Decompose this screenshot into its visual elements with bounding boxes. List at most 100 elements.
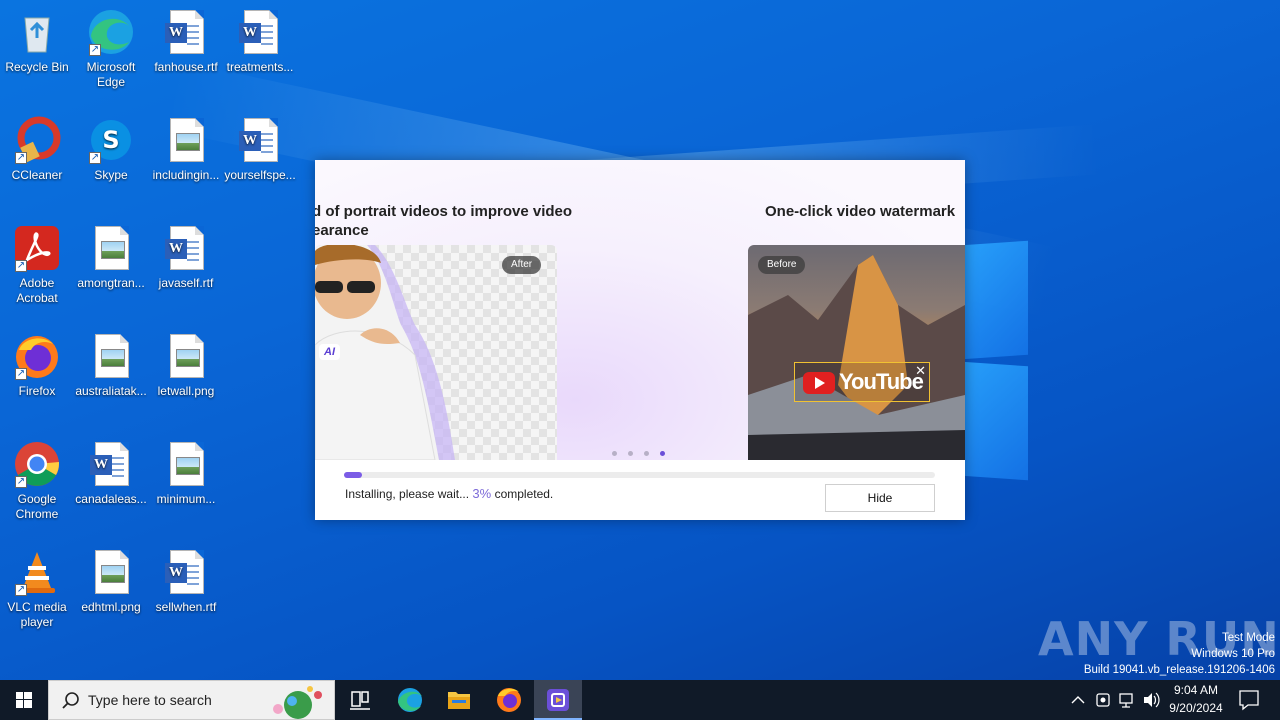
desktop-icon-amongtran[interactable]: amongtran...: [73, 224, 149, 291]
carousel-dot[interactable]: [612, 451, 617, 456]
close-icon[interactable]: ✕: [915, 364, 926, 377]
taskbar-search-box[interactable]: Type here to search: [48, 680, 335, 720]
desktop-icon-label: CCleaner: [11, 168, 63, 182]
search-icon: [62, 692, 79, 709]
desktop-icon-vlc[interactable]: ↗ VLC media player: [0, 548, 75, 630]
test-mode-text: Test Mode: [1221, 632, 1275, 644]
windows-logo-pane: [962, 361, 1028, 481]
desktop-icon-javaself[interactable]: W javaself.rtf: [148, 224, 224, 291]
start-button[interactable]: [0, 680, 48, 720]
carousel-dot[interactable]: [628, 451, 633, 456]
clock-time: 9:04 AM: [1173, 683, 1219, 697]
slide-title-watermark: One-click video watermark: [765, 203, 956, 220]
clock-date: 9/20/2024: [1169, 701, 1223, 715]
desktop-icon-firefox[interactable]: ↗ Firefox: [0, 332, 75, 399]
tray-meet-now[interactable]: [1092, 680, 1114, 720]
slide-title-portrait-line1: d of portrait videos to improve video: [315, 203, 573, 220]
desktop-icon-label: Microsoft Edge: [86, 60, 136, 89]
shortcut-arrow-icon: ↗: [15, 476, 27, 488]
chrome-icon: ↗: [13, 440, 61, 488]
desktop-icon-label: Recycle Bin: [5, 60, 69, 74]
windows-start-icon: [16, 692, 32, 708]
desktop-icon-includingin[interactable]: includingin...: [148, 116, 224, 183]
word-document-icon: W: [162, 224, 210, 272]
taskbar-clock[interactable]: 9:04 AM 9/20/2024: [1164, 680, 1228, 720]
word-document-icon: W: [162, 548, 210, 596]
slide-image-portrait: After AI: [315, 245, 557, 460]
desktop-icon-recycle-bin[interactable]: Recycle Bin: [0, 8, 75, 75]
carousel-dot-active[interactable]: [660, 451, 665, 456]
desktop-icon-label: Google Chrome: [15, 492, 59, 521]
vlc-icon: ↗: [13, 548, 61, 596]
meet-now-icon: [1096, 693, 1110, 707]
desktop-icon-label: letwall.png: [157, 384, 215, 398]
file-explorer-icon: [448, 692, 470, 709]
installer-app-icon: [547, 689, 569, 711]
install-progress-fill: [344, 472, 362, 478]
task-view-button[interactable]: [336, 680, 384, 720]
task-view-icon: [350, 691, 370, 710]
network-icon: [1119, 693, 1133, 708]
watermark-selection-box[interactable]: YouTube ✕: [794, 362, 930, 402]
desktop-icon-label: javaself.rtf: [158, 276, 214, 290]
taskbar-firefox[interactable]: [485, 680, 533, 720]
hide-button[interactable]: Hide: [825, 484, 935, 512]
svg-text:S: S: [102, 126, 119, 154]
shortcut-arrow-icon: ↗: [15, 584, 27, 596]
show-hidden-icons-button[interactable]: [1068, 680, 1088, 720]
desktop-icon-label: canadaleas...: [75, 492, 147, 506]
tray-network[interactable]: [1116, 680, 1138, 720]
carousel-dot[interactable]: [644, 451, 649, 456]
taskbar-file-explorer[interactable]: [435, 680, 483, 720]
desktop-icon-edhtml[interactable]: edhtml.png: [73, 548, 149, 615]
before-label: Before: [758, 256, 806, 274]
ccleaner-icon: ↗: [13, 116, 61, 164]
shortcut-arrow-icon: ↗: [15, 260, 27, 272]
notification-icon: [1239, 690, 1259, 711]
install-progress-bar: [344, 472, 935, 478]
shortcut-arrow-icon: ↗: [89, 44, 101, 56]
firefox-icon: ↗: [13, 332, 61, 380]
shortcut-arrow-icon: ↗: [15, 152, 27, 164]
shortcut-arrow-icon: ↗: [15, 368, 27, 380]
desktop-icon-sellwhen[interactable]: W sellwhen.rtf: [148, 548, 224, 615]
desktop-icon-label: Adobe Acrobat: [16, 276, 58, 305]
status-percent: 3%: [472, 486, 492, 501]
desktop-icon-label: yourselfspe...: [224, 168, 296, 182]
desktop-icon-label: amongtran...: [77, 276, 145, 290]
acrobat-icon: ↗: [13, 224, 61, 272]
image-file-icon: [162, 332, 210, 380]
desktop-icon-label: fanhouse.rtf: [154, 60, 218, 74]
taskbar-edge[interactable]: [386, 680, 434, 720]
portrait-person-image: [315, 245, 455, 460]
desktop-icon-label: Skype: [94, 168, 128, 182]
feature-carousel[interactable]: d of portrait videos to improve video ea…: [315, 160, 965, 460]
desktop-icon-yourselfspe[interactable]: W yourselfspe...: [222, 116, 298, 183]
tray-volume[interactable]: [1140, 680, 1162, 720]
taskbar-installer-app[interactable]: [534, 680, 582, 720]
desktop-icon-label: Firefox: [18, 384, 56, 398]
after-label: After: [502, 256, 542, 274]
desktop-icon-ccleaner[interactable]: ↗ CCleaner: [0, 116, 75, 183]
image-file-icon: [87, 548, 135, 596]
taskbar: Type here to search 9:04 AM 9/20/2024: [0, 680, 1280, 720]
desktop-icon-australiatak[interactable]: australiatak...: [73, 332, 149, 399]
desktop-icon-skype[interactable]: S ↗ Skype: [73, 116, 149, 183]
firefox-icon: [497, 688, 521, 712]
desktop-icon-google-chrome[interactable]: ↗ Google Chrome: [0, 440, 75, 522]
desktop-icon-microsoft-edge[interactable]: ↗ Microsoft Edge: [73, 8, 149, 90]
mountain-image: [748, 255, 965, 460]
desktop-icon-letwall[interactable]: letwall.png: [148, 332, 224, 399]
word-document-icon: W: [162, 8, 210, 56]
windows-build-watermark: Test Mode Windows 10 Pro Build 19041.vb_…: [1084, 630, 1275, 678]
desktop-icon-minimum[interactable]: minimum...: [148, 440, 224, 507]
desktop-icon-adobe-acrobat[interactable]: ↗ Adobe Acrobat: [0, 224, 75, 306]
ai-badge: AI: [319, 344, 340, 360]
word-document-icon: W: [236, 116, 284, 164]
desktop-icon-treatments[interactable]: W treatments...: [222, 8, 298, 75]
install-status: Installing, please wait... 3% completed.: [345, 486, 553, 501]
desktop-icon-fanhouse[interactable]: W fanhouse.rtf: [148, 8, 224, 75]
action-center-button[interactable]: [1232, 680, 1272, 720]
desktop-icon-canadaleas[interactable]: W canadaleas...: [73, 440, 149, 507]
edge-icon: ↗: [87, 8, 135, 56]
